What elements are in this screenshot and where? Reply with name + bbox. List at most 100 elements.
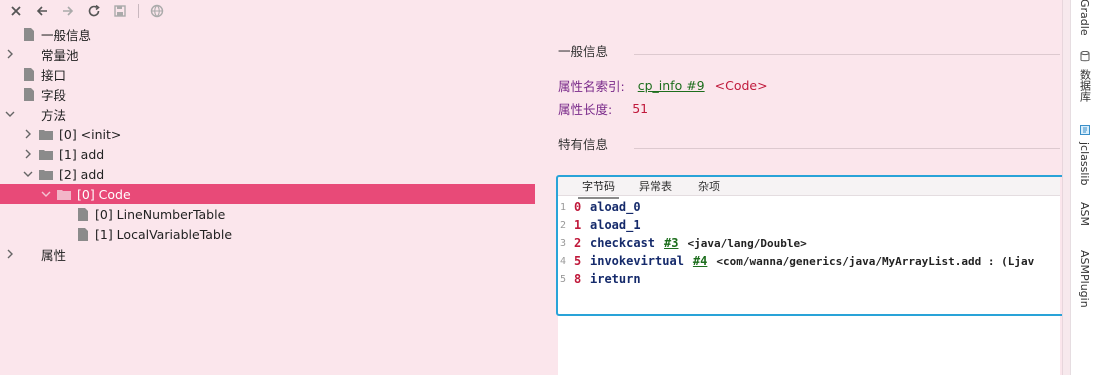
tab-bar: 字节码 异常表 杂项: [558, 175, 1060, 199]
tree-item-method-init[interactable]: [0] <init>: [0, 124, 540, 144]
tool-window-label: 数据库: [1078, 68, 1092, 102]
save-icon[interactable]: [112, 3, 128, 19]
tree-item-label: [1] add: [59, 146, 105, 162]
bytecode-panel: 字节码 异常表 杂项 1 0 aload_0 2 1 aload_1 3 2 c…: [558, 175, 1060, 375]
tree-item-label: 方法: [41, 107, 67, 123]
tree-item-interfaces[interactable]: 接口: [0, 64, 540, 84]
folder-icon: [39, 127, 53, 141]
chevron-down-icon[interactable]: [41, 189, 51, 199]
chevron-right-icon[interactable]: [5, 249, 15, 259]
tree-item-label: 一般信息: [41, 27, 92, 43]
tree-item-label: 字段: [41, 87, 67, 103]
folder-icon: [39, 167, 53, 181]
file-icon: [22, 87, 36, 101]
tool-window-jclasslib[interactable]: jclasslib: [1071, 118, 1097, 188]
tree-item-method-add-2[interactable]: [2] add: [0, 164, 540, 184]
tree-item-label: [1] LocalVariableTable: [95, 226, 233, 242]
tool-window-label: Gradle: [1078, 0, 1091, 36]
file-icon: [22, 67, 36, 81]
attribute-name-value: <Code>: [714, 78, 768, 93]
attribute-length-row: 属性长度: 51: [558, 99, 648, 118]
tab-exception-table[interactable]: 异常表: [639, 178, 672, 194]
line-number: 3: [559, 237, 567, 249]
tree-item-code[interactable]: [0] Code: [0, 184, 535, 204]
tab-misc[interactable]: 杂项: [698, 178, 720, 194]
general-info-title: 一般信息: [558, 44, 609, 59]
tree-item-label: 接口: [41, 67, 67, 83]
specific-info-title: 特有信息: [558, 137, 609, 152]
code-line: 2 1 aload_1: [558, 216, 1060, 234]
tree-item-methods[interactable]: 方法: [0, 104, 540, 124]
back-icon[interactable]: [34, 3, 50, 19]
forward-icon[interactable]: [60, 3, 76, 19]
chevron-down-icon[interactable]: [23, 169, 33, 179]
tree-item-label: 常量池: [41, 47, 79, 63]
bytecode-instruction: invokevirtual #4 <com/wanna/generics/java/…: [590, 254, 1034, 268]
chevron-right-icon[interactable]: [23, 129, 33, 139]
toolbar: [0, 0, 548, 22]
code-line: 4 5 invokevirtual #4 <com/wanna/generics/j…: [558, 252, 1060, 270]
file-icon: [76, 227, 90, 241]
chevron-right-icon[interactable]: [5, 49, 15, 59]
file-icon: [76, 207, 90, 221]
tree-item-label: [0] Code: [77, 186, 131, 202]
bytecode-listing[interactable]: 1 0 aload_0 2 1 aload_1 3 2 checkcast #3 <…: [558, 198, 1060, 288]
bytecode-offset: 5: [574, 254, 582, 268]
tree-item-label: 属性: [41, 247, 67, 263]
tree-item-label: [2] add: [59, 166, 105, 182]
jclasslib-icon: [1079, 120, 1090, 139]
section-divider: [634, 54, 1060, 55]
detail-pane: 一般信息 属性名索引: cp_info #9 <Code> 属性长度: 51 特…: [558, 0, 1062, 375]
cp-info-link[interactable]: cp_info #9: [638, 78, 705, 93]
tool-window-gradle[interactable]: Gradle: [1071, 0, 1097, 36]
line-number: 2: [559, 219, 567, 231]
tree-item-fields[interactable]: 字段: [0, 84, 540, 104]
bytecode-instruction: checkcast #3 <java/lang/Double>: [590, 236, 807, 250]
tree-item-line-number-table[interactable]: [0] LineNumberTable: [0, 204, 540, 224]
tree-item-label: [0] <init>: [59, 126, 122, 142]
tree-item-constant-pool[interactable]: 常量池: [0, 44, 540, 64]
database-icon: [1080, 47, 1090, 66]
folder-icon: [39, 147, 53, 161]
attribute-name-index-label: 属性名索引:: [558, 79, 625, 94]
close-icon[interactable]: [8, 3, 24, 19]
bytecode-comment: <com/wanna/generics/java/MyArrayList.add…: [716, 255, 1035, 268]
code-line: 5 8 ireturn: [558, 270, 1060, 288]
attribute-length-value: 51: [632, 101, 649, 116]
constant-pool-ref-link[interactable]: #3: [664, 236, 678, 250]
bytecode-instruction: aload_0: [590, 200, 641, 214]
opcode: aload_1: [590, 218, 641, 232]
chevron-right-icon[interactable]: [23, 149, 33, 159]
opcode: aload_0: [590, 200, 641, 214]
constant-pool-ref-link[interactable]: #4: [693, 254, 707, 268]
tool-window-strip: Gradle 数据库 jclasslib ASM ASMPlugin: [1070, 0, 1097, 375]
tab-bytecode[interactable]: 字节码: [578, 178, 619, 199]
bytecode-offset: 1: [574, 218, 582, 232]
attribute-name-index-row: 属性名索引: cp_info #9 <Code>: [558, 76, 768, 95]
tree-item-label: [0] LineNumberTable: [95, 206, 226, 222]
bytecode-offset: 0: [574, 200, 582, 214]
folder-icon: [57, 187, 71, 201]
tree-item-attributes[interactable]: 属性: [0, 244, 540, 264]
tool-window-database[interactable]: 数据库: [1071, 47, 1097, 102]
chevron-down-icon[interactable]: [5, 109, 15, 119]
tree-item-general-info[interactable]: 一般信息: [0, 24, 540, 44]
tool-window-label: ASMPlugin: [1078, 250, 1091, 308]
bytecode-offset: 8: [574, 272, 582, 286]
bytecode-instruction: ireturn: [590, 272, 641, 286]
line-number: 1: [559, 201, 567, 213]
opcode: checkcast: [590, 236, 656, 250]
tool-window-asmplugin[interactable]: ASMPlugin: [1071, 244, 1097, 314]
section-divider: [634, 148, 1060, 149]
tree-item-local-variable-table[interactable]: [1] LocalVariableTable: [0, 224, 540, 244]
globe-icon[interactable]: [149, 3, 165, 19]
line-number: 4: [559, 255, 567, 267]
refresh-icon[interactable]: [86, 3, 102, 19]
tree-item-method-add-1[interactable]: [1] add: [0, 144, 540, 164]
file-icon: [22, 27, 36, 41]
opcode: invokevirtual: [590, 254, 684, 268]
opcode: ireturn: [590, 272, 641, 286]
class-tree: 一般信息 常量池 接口 字段 方法 [0] <init> [1] add [2]…: [0, 24, 540, 264]
tool-window-label: ASM: [1078, 202, 1091, 226]
tool-window-asm[interactable]: ASM: [1071, 196, 1097, 232]
